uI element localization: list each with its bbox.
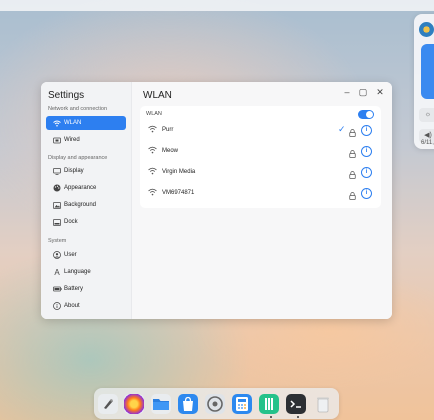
files-icon[interactable] xyxy=(151,394,171,414)
textbook-icon[interactable] xyxy=(259,394,279,414)
sidebar-item-wlan[interactable]: WLAN xyxy=(46,116,126,130)
lock-icon xyxy=(349,145,356,158)
control-center-panel[interactable]: ☼ ◀) 6/11, xyxy=(414,14,434,149)
sidebar-item-appearance[interactable]: Appearance xyxy=(46,181,126,195)
wifi-icon xyxy=(148,188,157,198)
network-name: Meow xyxy=(162,148,179,154)
wlan-card: WLAN Purr ✓ i Meow i Virgin Media i VM69… xyxy=(140,106,381,208)
wifi-icon xyxy=(50,120,64,127)
wifi-icon xyxy=(148,125,157,135)
sidebar-item-background[interactable]: Background xyxy=(46,198,126,212)
palette-icon xyxy=(50,184,64,192)
network-row-meow[interactable]: Meow i xyxy=(140,143,381,161)
section-system: System xyxy=(48,238,67,244)
user-icon xyxy=(50,251,64,259)
sidebar-title: Settings xyxy=(48,90,85,101)
trash-icon[interactable] xyxy=(313,394,333,414)
ethernet-icon xyxy=(50,137,64,144)
wifi-icon xyxy=(148,167,157,177)
language-icon: A xyxy=(54,267,60,277)
info-icon[interactable]: i xyxy=(361,125,372,136)
settings-icon[interactable] xyxy=(205,394,225,414)
wifi-icon xyxy=(148,146,157,156)
sidebar-item-label: Display xyxy=(64,168,84,174)
sidebar-item-label: Dock xyxy=(64,219,78,225)
close-icon[interactable]: ✕ xyxy=(374,87,386,98)
running-indicator xyxy=(297,416,299,418)
lock-icon xyxy=(349,187,356,200)
network-name: VM6974871 xyxy=(162,190,195,196)
dock xyxy=(94,388,339,419)
sidebar-item-wired[interactable]: Wired xyxy=(46,133,126,147)
brightness-icon[interactable]: ☼ xyxy=(419,108,434,122)
sidebar-item-language[interactable]: A Language xyxy=(46,265,126,279)
maximize-icon[interactable]: ▢ xyxy=(357,87,369,98)
sidebar-item-label: About xyxy=(64,303,80,309)
check-icon: ✓ xyxy=(338,124,346,134)
sidebar-item-label: User xyxy=(64,252,77,258)
lock-icon xyxy=(349,124,356,137)
page-title: WLAN xyxy=(143,90,172,101)
launcher-icon[interactable] xyxy=(98,394,118,414)
sidebar-item-label: Appearance xyxy=(64,185,97,191)
network-row-vm6974871[interactable]: VM6974871 i xyxy=(140,185,381,203)
sidebar-item-about[interactable]: About xyxy=(46,299,126,313)
network-row-purr[interactable]: Purr ✓ i xyxy=(140,122,381,140)
sidebar-item-label: Background xyxy=(64,202,97,208)
info-icon[interactable]: i xyxy=(361,167,372,178)
settings-window: Settings Network and connection WLAN Wir… xyxy=(41,82,392,319)
section-display: Display and appearance xyxy=(48,155,108,161)
top-bar xyxy=(0,0,434,11)
settings-sidebar: Settings Network and connection WLAN Wir… xyxy=(41,82,132,319)
sidebar-item-display[interactable]: Display xyxy=(46,164,126,178)
info-icon xyxy=(50,302,64,310)
terminal-icon[interactable] xyxy=(286,394,306,414)
sidebar-item-user[interactable]: User xyxy=(46,248,126,262)
sidebar-item-label: Wired xyxy=(64,137,80,143)
date-text: 6/11, xyxy=(421,140,434,146)
monitor-icon xyxy=(50,167,64,175)
sidebar-item-label: WLAN xyxy=(64,120,82,126)
info-icon[interactable]: i xyxy=(361,146,372,157)
image-icon xyxy=(50,201,64,209)
avatar[interactable] xyxy=(419,22,434,37)
lock-icon xyxy=(349,166,356,179)
sidebar-item-dock[interactable]: Dock xyxy=(46,215,126,229)
minimize-icon[interactable]: – xyxy=(341,87,353,97)
firefox-icon[interactable] xyxy=(124,394,144,414)
network-row-virgin-media[interactable]: Virgin Media i xyxy=(140,164,381,182)
sidebar-item-battery[interactable]: Battery xyxy=(46,282,126,296)
quick-tile[interactable] xyxy=(421,44,434,99)
sidebar-item-label: Language xyxy=(64,269,91,275)
dock-icon xyxy=(50,218,64,226)
sidebar-item-label: Battery xyxy=(64,286,84,292)
info-icon[interactable]: i xyxy=(361,188,372,199)
network-name: Virgin Media xyxy=(162,169,196,175)
calculator-icon[interactable] xyxy=(232,394,252,414)
section-network: Network and connection xyxy=(48,106,108,112)
settings-content: WLAN – ▢ ✕ WLAN Purr ✓ i Meow i Virgin M… xyxy=(132,82,392,319)
battery-icon xyxy=(50,286,64,292)
wlan-header: WLAN xyxy=(146,111,162,117)
app-store-icon[interactable] xyxy=(178,394,198,414)
network-name: Purr xyxy=(162,127,174,133)
running-indicator xyxy=(270,416,272,418)
wlan-toggle[interactable] xyxy=(358,110,374,119)
